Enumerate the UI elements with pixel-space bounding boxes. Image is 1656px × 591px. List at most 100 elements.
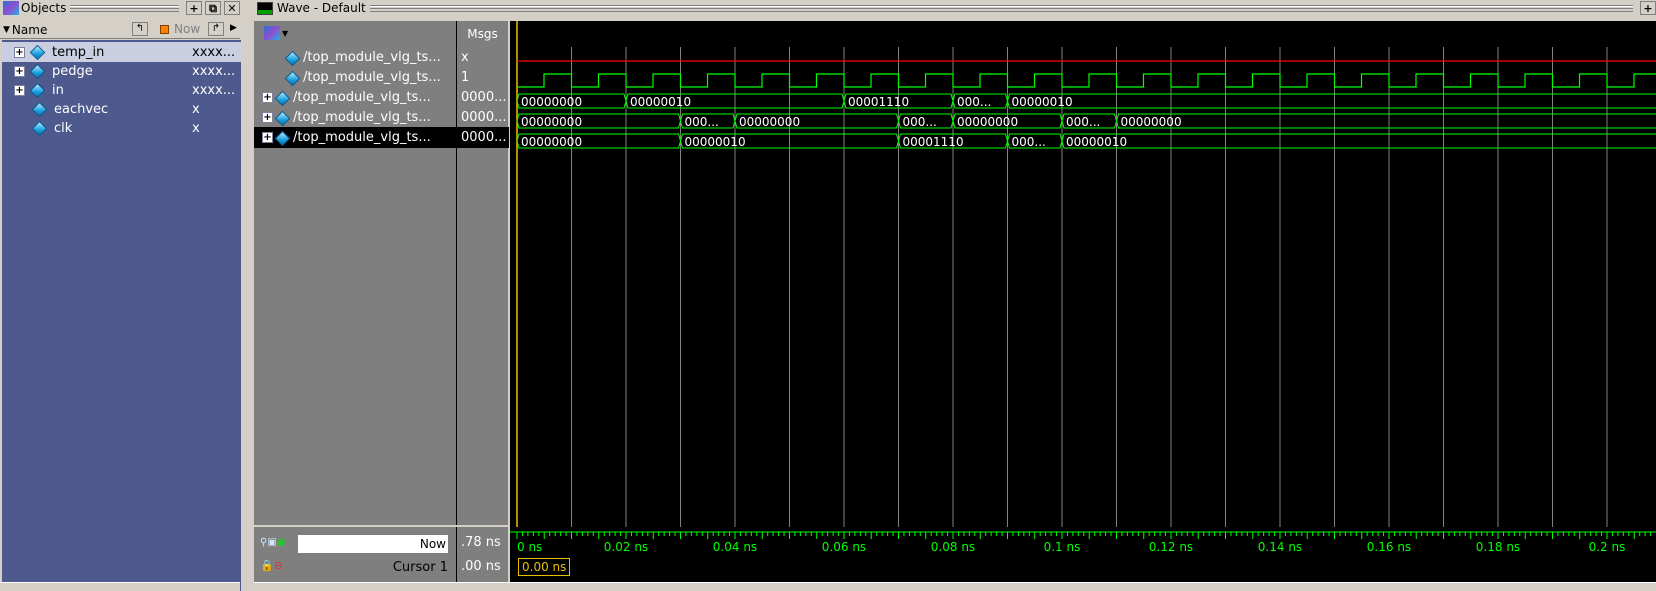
signal-diamond-icon [285,51,299,65]
signal-diamond-icon [275,131,289,145]
signal-diamond-icon [275,91,289,105]
waveform-plot[interactable]: 00000000 00000010 00001110 000... 00000010 00… [510,21,1656,527]
expand-icon[interactable]: + [14,65,25,77]
bus-value-label: 00000000 [957,115,1018,129]
wave-signal-msg: 0000... [461,110,507,125]
wave-drag-grip[interactable] [369,4,1633,12]
ruler-tick-label: 0.16 ns [1367,540,1411,554]
object-row[interactable]: + in xxxx... [2,80,241,100]
wave-signal-row[interactable]: /top_module_vlg_ts... [254,47,456,68]
expand-icon[interactable]: + [14,46,25,58]
object-value: xxxx... [192,44,236,60]
wave-pane-icon [257,1,273,15]
sort-triangle-icon[interactable]: ▼ [3,25,10,35]
signal-msgs-column: x 1 0000... 0000... 0000... [456,47,509,525]
wave-horizontal-scrollbar[interactable] [254,582,1656,591]
expand-icon[interactable]: + [14,84,25,96]
object-row[interactable]: + temp_in xxxx... [2,42,241,62]
bus-value-label: 00000000 [1121,115,1182,129]
bus-value-label: 00000010 [630,95,691,109]
wave-signal-name: /top_module_vlg_ts... [303,70,441,85]
bus-value-label: 00000010 [1066,135,1127,149]
object-row[interactable]: clk x [2,118,241,138]
bus-value-label: 000... [957,95,991,109]
wave-signal-row[interactable]: /top_module_vlg_ts... [254,67,456,88]
signal-diamond-icon [30,45,44,59]
object-value: x [192,101,200,117]
cursor-label[interactable]: Cursor 1 [393,559,448,577]
bus-value-label: 00000000 [521,135,582,149]
objects-drag-grip[interactable] [70,4,179,12]
scroll-right-icon[interactable]: ▶ [230,23,237,33]
time-ruler-svg[interactable]: 0 ns 0.02 ns 0.04 ns 0.06 ns 0.08 ns 0.1 ns 0.… [510,527,1656,582]
bus-value-label: 00001110 [848,95,909,109]
wave-signal-msg: 0000... [457,127,509,148]
ruler-tick-label: 0.18 ns [1476,540,1520,554]
ruler-tick-label: 0.08 ns [931,540,975,554]
time-ruler[interactable]: 0 ns 0.02 ns 0.04 ns 0.06 ns 0.08 ns 0.1 ns 0.… [510,527,1656,582]
wave-signal-row[interactable]: + /top_module_vlg_ts... [254,127,456,148]
cursor-pane-names: ⚲▣● Now 🔒⊖ Cursor 1 [254,527,456,582]
signal-diamond-icon [30,64,44,78]
objects-undock-button[interactable]: ⧉ [205,1,221,15]
object-name: temp_in [52,44,105,60]
wave-signal-row[interactable]: + /top_module_vlg_ts... [254,87,456,108]
wave-signal-name: /top_module_vlg_ts... [303,50,441,65]
objects-close-button[interactable]: ✕ [224,1,240,15]
object-name: clk [54,120,73,136]
expand-icon[interactable]: + [262,92,273,103]
clock-trace[interactable] [517,73,1656,88]
bus-value-label: 00000000 [739,115,800,129]
objects-add-button[interactable]: + [186,1,202,15]
collapse-icon[interactable]: ↰ [132,22,148,36]
now-toolbar-icon[interactable]: ⚲▣● [260,537,300,549]
ruler-tick-label: 0.02 ns [604,540,648,554]
objects-horizontal-scrollbar[interactable] [0,582,240,591]
wave-signal-row[interactable]: + /top_module_vlg_ts... [254,107,456,128]
wave-signal-msg: x [461,50,469,65]
dropdown-arrow-icon[interactable]: ▼ [282,29,288,38]
expand-icon[interactable]: + [262,112,273,123]
object-name: pedge [52,63,93,79]
waveform-svg[interactable]: 00000000 00000010 00001110 000... 00000010 00… [510,21,1656,527]
cursor-pane-values: .78 ns .00 ns [456,527,508,582]
ruler-tick-label: 0.12 ns [1149,540,1193,554]
signal-diamond-icon [285,71,299,85]
wave-signal-msg: 1 [461,70,470,85]
ruler-tick-label: 0.14 ns [1258,540,1302,554]
expand-icon[interactable]: + [262,132,273,143]
objects-pane: Objects + ⧉ ✕ ▼ Name ↰ Now ↱ ▶ + temp_in x… [0,0,241,591]
ruler-tick-label: 0 ns [517,540,542,554]
bus-segment[interactable] [1006,93,1656,109]
bus-segment[interactable] [1061,133,1656,149]
wave-titlebar: Wave - Default + [254,0,1656,16]
wave-signal-name: /top_module_vlg_ts... [293,90,431,105]
cursor-toolbar-icon[interactable]: 🔒⊖ [260,559,283,572]
now-label: Now [298,535,448,553]
now-value: .78 ns [461,535,501,550]
name-column-header[interactable]: Name [12,23,47,37]
wave-toolbar-icons: ▼ [254,21,456,47]
signal-diamond-icon [32,102,46,116]
signal-diamond-icon [32,121,46,135]
wave-signal-msg: 0000... [461,90,507,105]
bus-segment[interactable] [1115,113,1656,129]
now-column-header[interactable]: Now [174,22,200,36]
object-row[interactable]: + pedge xxxx... [2,61,241,81]
bus-value-label: 00000010 [685,135,746,149]
ruler-tick-label: 0.2 ns [1589,540,1626,554]
object-value: xxxx... [192,63,236,79]
jump-icon[interactable]: ↱ [208,22,224,36]
signal-names-column: /top_module_vlg_ts... /top_module_vlg_ts.… [254,47,456,525]
wave-add-button[interactable]: + [1640,1,1656,15]
msgs-column-header[interactable]: Msgs [456,21,508,47]
objects-pane-icon [3,1,19,15]
objects-list: + temp_in xxxx... + pedge xxxx... + in xxxx... ea… [2,40,241,591]
ruler-tick-label: 0.1 ns [1044,540,1081,554]
cursor-time-readout[interactable]: 0.00 ns [518,558,571,576]
bus-value-label: 000... [685,115,719,129]
wave-signal-name: /top_module_vlg_ts... [293,110,431,125]
signal-tools-icon[interactable] [264,26,280,40]
object-row[interactable]: eachvec x [2,99,241,119]
ruler-tick-label: 0.06 ns [822,540,866,554]
